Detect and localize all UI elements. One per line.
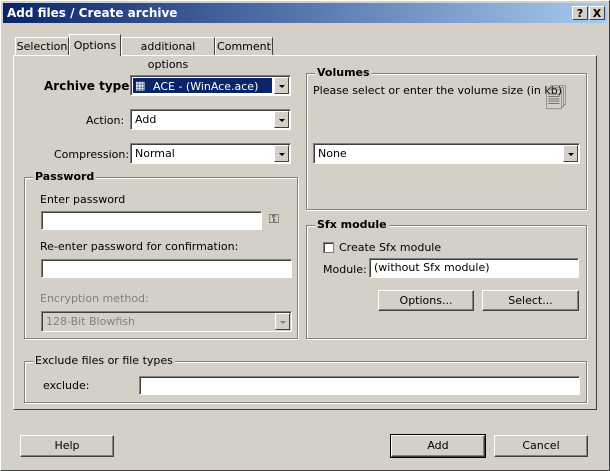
- sfx-group-title: Sfx module: [315, 218, 389, 231]
- chevron-down-icon[interactable]: [274, 111, 289, 128]
- cancel-button[interactable]: Cancel: [494, 435, 588, 457]
- action-combo[interactable]: Add: [130, 109, 291, 130]
- enter-password-label: Enter password: [40, 193, 126, 206]
- exclude-group: Exclude files or file types exclude:: [24, 354, 587, 403]
- encryption-method-combo[interactable]: 128-Bit Blowfish: [41, 311, 292, 332]
- volume-size-combo[interactable]: None: [313, 143, 580, 164]
- exclude-input[interactable]: [139, 376, 580, 395]
- reenter-password-label: Re-enter password for confirmation:: [40, 240, 239, 253]
- key-icon[interactable]: ⚿: [269, 212, 279, 227]
- dialog-window: Add files / Create archive ? X Selection…: [0, 0, 610, 471]
- volumes-hint: Please select or enter the volume size (…: [313, 84, 563, 97]
- help-question-button[interactable]: ?: [572, 6, 588, 20]
- exclude-label: exclude:: [43, 379, 90, 392]
- action-label: Action:: [86, 114, 125, 127]
- options-panel: Archive type: ▦ ACE - (WinAce.ace) Actio…: [13, 55, 597, 410]
- tab-additional-options[interactable]: additional options: [121, 37, 215, 71]
- compression-combo[interactable]: Normal: [130, 143, 291, 164]
- sfx-module-group: Sfx module Create Sfx module Module: (wi…: [306, 218, 587, 339]
- module-label: Module:: [323, 263, 367, 276]
- archive-icon: ▦: [135, 79, 146, 92]
- sfx-options-button[interactable]: Options...: [378, 290, 474, 311]
- add-button[interactable]: Add: [390, 434, 486, 458]
- create-sfx-checkbox[interactable]: [323, 242, 334, 253]
- chevron-down-icon[interactable]: [275, 313, 290, 330]
- password-group-title: Password: [33, 170, 97, 183]
- chevron-down-icon[interactable]: [563, 145, 578, 162]
- tab-options[interactable]: Options: [69, 34, 121, 56]
- exclude-group-title: Exclude files or file types: [33, 354, 175, 367]
- reenter-password-input[interactable]: [41, 259, 292, 278]
- chevron-down-icon[interactable]: [274, 77, 289, 94]
- tab-comment[interactable]: Comment: [215, 37, 273, 55]
- archive-type-label: Archive type:: [44, 79, 135, 93]
- module-input[interactable]: (without Sfx module): [369, 258, 579, 278]
- archive-type-combo[interactable]: ▦ ACE - (WinAce.ace): [130, 75, 291, 96]
- create-sfx-label: Create Sfx module: [339, 241, 442, 254]
- tab-selection[interactable]: Selection: [15, 37, 69, 55]
- title-bar[interactable]: Add files / Create archive ? X: [3, 3, 607, 23]
- help-button[interactable]: Help: [20, 435, 114, 457]
- chevron-down-icon[interactable]: [274, 145, 289, 162]
- close-button[interactable]: X: [589, 6, 605, 20]
- archive-type-selection: ▦ ACE - (WinAce.ace): [133, 78, 272, 93]
- encryption-method-label: Encryption method:: [40, 292, 149, 305]
- volumes-group-title: Volumes: [315, 66, 372, 79]
- window-title: Add files / Create archive: [7, 6, 178, 20]
- disks-icon: 🗐: [545, 87, 567, 112]
- password-group: Password Enter password ⚿ Re-enter passw…: [24, 170, 298, 339]
- volumes-group: Volumes Please select or enter the volum…: [306, 66, 587, 210]
- compression-label: Compression:: [54, 148, 130, 161]
- password-input[interactable]: [41, 211, 262, 230]
- sfx-select-button[interactable]: Select...: [482, 290, 579, 311]
